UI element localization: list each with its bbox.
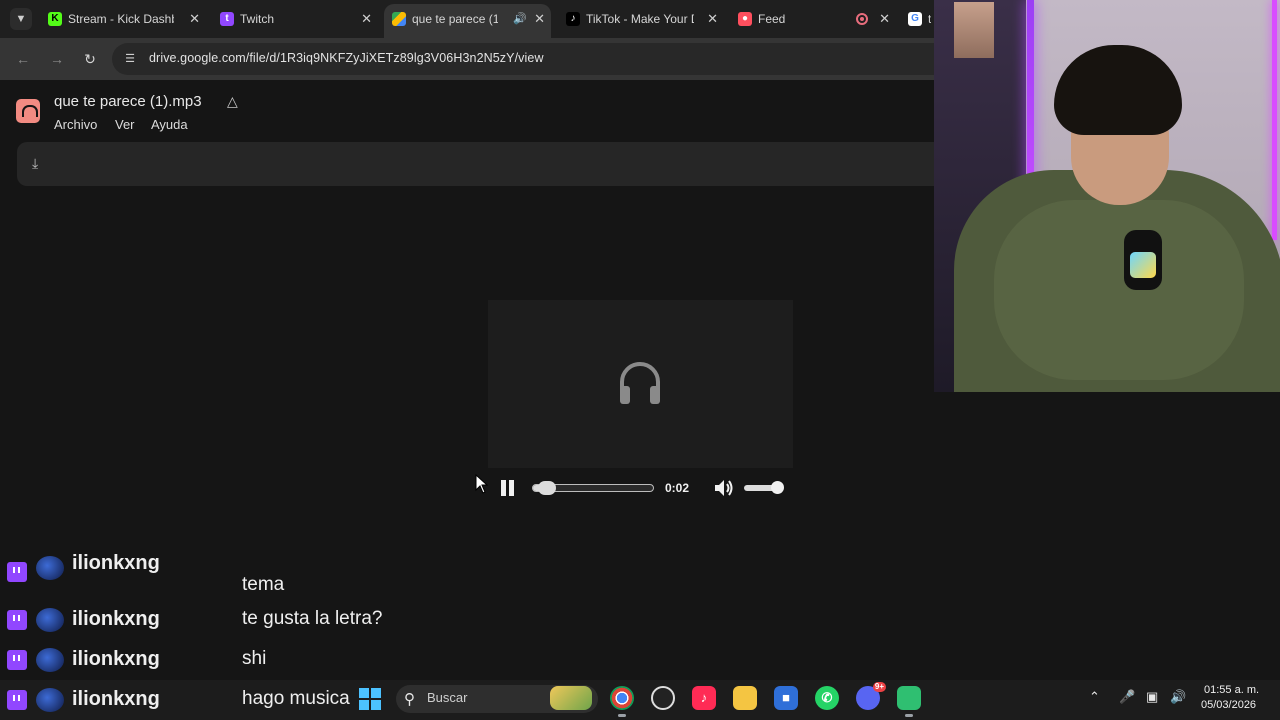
tiktok-icon: ♪ [566, 12, 580, 26]
file-explorer-icon[interactable] [733, 686, 757, 710]
twitch-icon: t [220, 12, 234, 26]
recording-icon [856, 13, 868, 25]
feed-icon: ● [738, 12, 752, 26]
microphone [1124, 230, 1162, 290]
search-icon: ⚲ [404, 691, 415, 708]
speaker-icon[interactable]: 🔊 [513, 4, 527, 34]
tab-twitch[interactable]: t Twitch ✕ [212, 4, 378, 34]
avatar [36, 608, 64, 632]
microsoft-store-icon[interactable]: ■ [774, 686, 798, 710]
mouse-cursor-icon [475, 474, 489, 494]
game-app-icon[interactable] [897, 686, 921, 717]
add-shortcut-icon[interactable]: △ [227, 93, 238, 110]
show-hidden-icons-icon[interactable]: ⌃ [1089, 689, 1100, 705]
twitch-icon [7, 650, 27, 670]
tab-feed[interactable]: ● Feed ✕ [730, 4, 896, 34]
chat-username: ilionkxng [72, 608, 160, 630]
search-highlight-image[interactable] [550, 686, 592, 710]
browser-tabstrip: ▼ K Stream - Kick Dashbo ✕ t Twitch ✕ qu… [0, 0, 934, 38]
chat-text: hago musica [242, 688, 350, 709]
notification-badge: 9+ [872, 682, 886, 692]
avatar [36, 688, 64, 712]
volume-icon[interactable] [713, 478, 735, 498]
chrome-icon[interactable] [610, 686, 634, 717]
menu-ver[interactable]: Ver [115, 117, 135, 132]
tab-label: TikTok - Make Your D [586, 12, 694, 26]
tab-label: Feed [758, 12, 786, 26]
menu-ayuda[interactable]: Ayuda [151, 117, 188, 132]
reload-icon[interactable]: ↻ [80, 49, 100, 69]
tab-drive[interactable]: que te parece (1) 🔊 ✕ [384, 4, 551, 38]
chat-message: ilionkxng tema [0, 552, 482, 600]
viewer-toolbar [17, 142, 934, 186]
tab-kick[interactable]: K Stream - Kick Dashbo ✕ [40, 4, 206, 34]
tab-search-button[interactable]: ▼ [10, 8, 32, 30]
twitch-icon [7, 562, 27, 582]
whatsapp-icon[interactable]: ✆ [815, 686, 839, 710]
chat-message: ilionkxng shi [0, 644, 482, 678]
headphones-icon [620, 362, 660, 404]
seek-handle[interactable] [538, 481, 556, 495]
speaker-icon[interactable]: 🔊 [1170, 689, 1186, 705]
chat-text: tema [242, 574, 285, 595]
close-tab-icon[interactable]: ✕ [707, 4, 718, 34]
twitch-icon [7, 610, 27, 630]
led-light [1272, 0, 1277, 240]
microphone-icon[interactable]: 🎤 [1119, 689, 1135, 705]
kick-icon: K [48, 12, 62, 26]
download-icon[interactable]: ⤓ [32, 155, 38, 172]
back-icon[interactable]: ← [13, 49, 33, 69]
menu-archivo[interactable]: Archivo [54, 117, 97, 132]
file-title: que te parece (1).mp3 [54, 93, 202, 110]
address-bar[interactable]: ☰ drive.google.com/file/d/1R3iq9NKFZyJiX… [112, 43, 942, 75]
tab-tiktok[interactable]: ♪ TikTok - Make Your D ✕ [558, 4, 724, 34]
wall-poster [954, 2, 994, 58]
windows-start-icon[interactable] [359, 688, 381, 710]
avatar [36, 556, 64, 580]
tab-google[interactable]: G t [900, 4, 934, 34]
browser-toolbar: ← → ↻ ☰ drive.google.com/file/d/1R3iq9NK… [0, 38, 942, 80]
chat-username: ilionkxng [72, 648, 160, 670]
google-drive-icon [392, 12, 406, 26]
obs-icon[interactable] [651, 686, 675, 710]
avatar [36, 648, 64, 672]
chat-text: shi [242, 648, 267, 669]
close-tab-icon[interactable]: ✕ [189, 4, 200, 34]
close-tab-icon[interactable]: ✕ [534, 4, 545, 34]
twitch-icon [7, 690, 27, 710]
chat-username: ilionkxng [72, 688, 160, 710]
close-tab-icon[interactable]: ✕ [879, 4, 890, 34]
tab-label: que te parece (1) [412, 12, 498, 26]
tab-label: Stream - Kick Dashbo [68, 12, 174, 26]
audio-file-icon [16, 99, 40, 123]
tiktok-live-icon[interactable]: ♪ [692, 686, 716, 710]
url-text: drive.google.com/file/d/1R3iq9NKFZyJiXET… [149, 51, 544, 65]
close-tab-icon[interactable]: ✕ [361, 4, 372, 34]
webcam-feed [934, 0, 1280, 392]
search-placeholder: Buscar [427, 690, 468, 705]
streamer-hair [1054, 45, 1182, 135]
site-settings-icon[interactable]: ☰ [122, 51, 138, 67]
forward-icon[interactable]: → [47, 49, 67, 69]
clock-time[interactable]: 01:55 a. m. [1204, 684, 1259, 696]
tab-label: t [928, 12, 932, 26]
playback-time: 0:02 [665, 481, 690, 495]
tab-label: Twitch [240, 12, 275, 26]
discord-icon[interactable]: 9+ [856, 682, 886, 710]
clock-date[interactable]: 05/03/2026 [1201, 699, 1256, 711]
pause-button[interactable] [500, 479, 516, 497]
network-icon[interactable]: ▣ [1146, 689, 1158, 705]
google-icon: G [908, 12, 922, 26]
volume-handle[interactable] [771, 481, 784, 494]
chat-username: ilionkxng [72, 552, 160, 574]
screen: ▼ K Stream - Kick Dashbo ✕ t Twitch ✕ qu… [0, 0, 1280, 720]
chat-message: ilionkxng te gusta la letra? [0, 604, 482, 638]
chat-text: te gusta la letra? [242, 608, 383, 629]
